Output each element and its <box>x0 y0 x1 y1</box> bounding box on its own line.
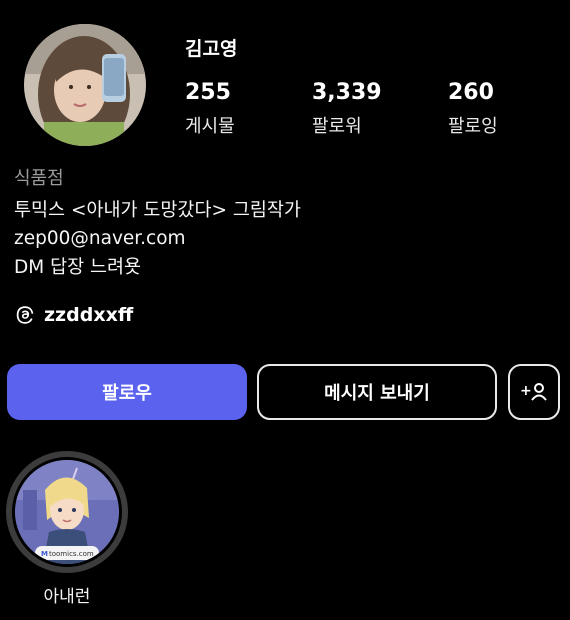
add-person-icon: + <box>520 383 547 401</box>
stat-posts-count: 255 <box>185 80 231 105</box>
threads-icon <box>16 306 34 324</box>
follow-button[interactable]: 팔로우 <box>7 364 247 420</box>
stat-posts[interactable]: 255 게시물 <box>185 80 235 138</box>
bio-email[interactable]: zep00@naver.com <box>14 226 186 252</box>
message-button-label: 메시지 보내기 <box>324 383 430 404</box>
toomics-badge-prefix: M <box>41 550 48 558</box>
suggest-people-button[interactable]: + <box>508 364 560 420</box>
highlight-cover: M toomics.com <box>12 457 122 567</box>
bio-line: DM 답장 느려욧 <box>14 257 142 278</box>
stat-posts-label: 게시물 <box>185 116 235 137</box>
profile-category: 식품점 <box>14 168 64 189</box>
stat-followers[interactable]: 3,339 팔로워 <box>312 80 382 138</box>
add-plus-glyph: + <box>520 383 532 399</box>
highlight-label: 아내런 <box>43 587 91 607</box>
stat-followers-count: 3,339 <box>312 80 382 105</box>
bio-line: 투믹스 <아내가 도망갔다> 그림작가 <box>14 200 301 221</box>
stat-following-count: 260 <box>448 80 494 105</box>
message-button[interactable]: 메시지 보내기 <box>257 364 497 420</box>
profile-name: 김고영 <box>185 38 238 60</box>
stat-following-label: 팔로잉 <box>448 116 498 137</box>
story-highlight[interactable]: M toomics.com <box>6 451 128 573</box>
follow-button-label: 팔로우 <box>102 383 152 404</box>
threads-handle: zzddxxff <box>44 304 134 326</box>
stat-following[interactable]: 260 팔로잉 <box>448 80 498 138</box>
stat-followers-label: 팔로워 <box>312 116 362 137</box>
threads-link[interactable]: zzddxxff <box>14 304 133 326</box>
avatar-photo <box>24 24 146 146</box>
highlight-cover-image: M toomics.com <box>15 460 119 564</box>
profile-avatar[interactable] <box>24 24 146 146</box>
toomics-badge-text: toomics.com <box>49 550 94 558</box>
